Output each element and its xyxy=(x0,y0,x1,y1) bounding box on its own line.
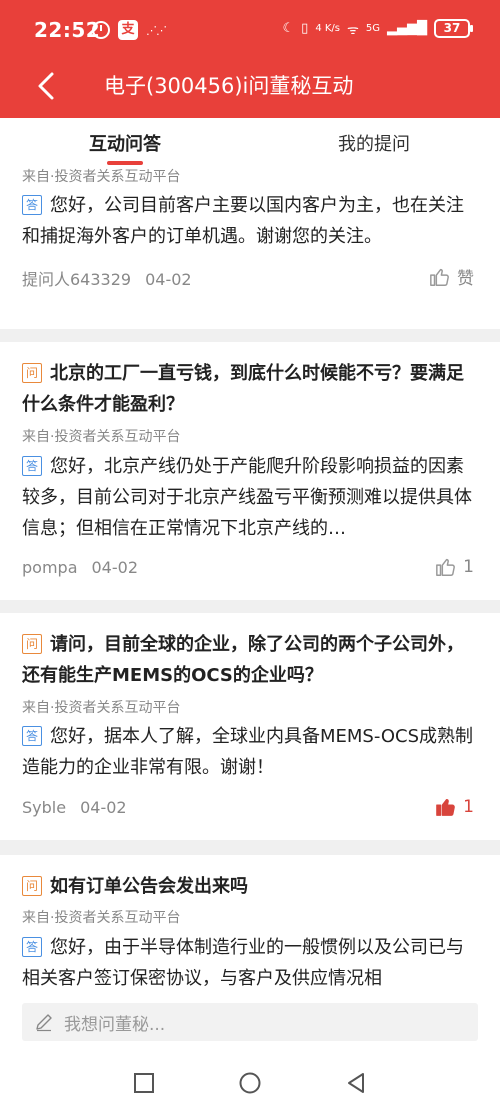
question-badge: 问 xyxy=(22,876,42,896)
wifi-icon: ᯤ xyxy=(347,22,359,38)
answer-badge: 答 xyxy=(22,456,42,476)
source-label: 来自·投资者关系互动平台 xyxy=(22,910,181,926)
thumbs-up-filled-icon xyxy=(436,799,455,816)
moon-icon: ☾ xyxy=(282,21,295,36)
signal-label: 5G xyxy=(365,23,380,34)
asker-name: 提问人643329 xyxy=(22,270,132,289)
back-arrow-icon[interactable] xyxy=(30,68,66,104)
battery-icon: 37 xyxy=(434,19,473,38)
recent-apps-icon[interactable] xyxy=(132,1071,156,1095)
status-left-icons: 支 ⋰⋰ xyxy=(92,20,167,40)
question-date: 04-02 xyxy=(80,798,127,817)
signal-icon: ▂▄▆█ xyxy=(387,21,427,36)
thumbs-up-icon xyxy=(436,558,456,576)
speed-indicator: 4 K/s xyxy=(315,23,340,34)
ask-input-bar: 我想问董秘... xyxy=(0,989,500,1061)
answer-text: 答您好，公司目前客户主要以国内客户为主，也在关注和捕捉海外客户的订单机遇。谢谢您… xyxy=(22,195,464,247)
home-icon[interactable] xyxy=(238,1071,262,1095)
asker-name: pompa xyxy=(22,558,78,577)
vibrate-icon: ▯ xyxy=(301,21,309,36)
status-bar: 22:52 支 ⋰⋰ ☾ ▯ 4 K/s ᯤ 5G ▂▄▆█ 37 xyxy=(0,0,500,58)
pencil-icon xyxy=(36,1014,52,1032)
tab-bar: 互动问答 我的提问 xyxy=(0,118,500,166)
question-text: 问请问，目前全球的企业，除了公司的两个子公司外，还有能生产MEMS的OCS的企业… xyxy=(22,634,464,686)
alarm-icon xyxy=(92,21,110,39)
question-text: 问如有订单公告会发出来吗 xyxy=(22,871,478,902)
question-badge: 问 xyxy=(22,634,42,654)
like-count: 1 xyxy=(463,557,474,577)
like-count: 1 xyxy=(463,797,474,817)
app-header: 22:52 支 ⋰⋰ ☾ ▯ 4 K/s ᯤ 5G ▂▄▆█ 37 电子(300… xyxy=(0,0,500,118)
answer-badge: 答 xyxy=(22,937,42,957)
question-meta: Syble 04-02 xyxy=(22,798,127,817)
qa-card[interactable]: 问北京的工厂一直亏钱，到底什么时候能不亏？要满足什么条件才能盈利？ 来自·投资者… xyxy=(0,342,500,600)
qa-card[interactable]: 问如有订单公告会发出来吗 来自·投资者关系互动平台 答您好，由于半导体制造行业的… xyxy=(0,855,500,989)
asker-name: Syble xyxy=(22,798,67,817)
like-button[interactable]: 赞 xyxy=(429,264,474,289)
ask-input[interactable]: 我想问董秘... xyxy=(22,1003,478,1041)
question-badge: 问 xyxy=(22,363,42,383)
page-title: 电子(300456)i问董秘互动 xyxy=(104,74,354,98)
answer-badge: 答 xyxy=(22,726,42,746)
qa-card[interactable]: 问请问，目前全球的企业，除了公司的两个子公司外，还有能生产MEMS的OCS的企业… xyxy=(0,613,500,840)
qa-card[interactable]: 来自·投资者关系互动平台 答您好，公司目前客户主要以国内客户为主，也在关注和捕捉… xyxy=(0,166,500,329)
alipay-icon: 支 xyxy=(118,20,138,40)
question-date: 04-02 xyxy=(145,270,192,289)
like-count: 赞 xyxy=(457,269,474,289)
answer-badge: 答 xyxy=(22,195,42,215)
answer-text: 答您好，据本人了解，全球业内具备MEMS-OCS成熟制造能力的企业非常有限。谢谢… xyxy=(22,726,474,778)
like-button[interactable]: 1 xyxy=(435,556,474,578)
network-activity-icon: ⋰⋰ xyxy=(146,23,167,37)
active-tab-indicator xyxy=(107,161,143,165)
source-label: 来自·投资者关系互动平台 xyxy=(22,429,181,445)
qa-feed[interactable]: 来自·投资者关系互动平台 答您好，公司目前客户主要以国内客户为主，也在关注和捕捉… xyxy=(0,166,500,989)
question-meta: 提问人643329 04-02 xyxy=(22,266,192,290)
nav-bar: 电子(300456)i问董秘互动 xyxy=(0,58,500,118)
back-triangle-icon[interactable] xyxy=(344,1071,368,1095)
status-time: 22:52 xyxy=(34,18,101,42)
answer-text: 答您好，北京产线仍处于产能爬升阶段影响损益的因素较多，目前公司对于北京产线盈亏平… xyxy=(22,456,472,539)
question-meta: pompa 04-02 xyxy=(22,558,138,577)
system-nav-bar xyxy=(0,1061,500,1110)
tab-my-questions[interactable]: 我的提问 xyxy=(294,130,454,156)
question-text: 问北京的工厂一直亏钱，到底什么时候能不亏？要满足什么条件才能盈利？ xyxy=(22,363,464,415)
thumbs-up-icon xyxy=(430,268,449,286)
status-right-icons: ☾ ▯ 4 K/s ᯤ 5G ▂▄▆█ 37 xyxy=(282,19,473,38)
like-button[interactable]: 1 xyxy=(435,796,474,818)
question-date: 04-02 xyxy=(91,558,139,577)
ask-input-placeholder: 我想问董秘... xyxy=(64,1015,166,1035)
tab-interactive-qa[interactable]: 互动问答 xyxy=(45,130,205,156)
source-label: 来自·投资者关系互动平台 xyxy=(22,700,181,716)
source-label: 来自·投资者关系互动平台 xyxy=(22,169,181,185)
answer-text: 答您好，由于半导体制造行业的一般惯例以及公司已与相关客户签订保密协议，与客户及供… xyxy=(22,937,464,989)
